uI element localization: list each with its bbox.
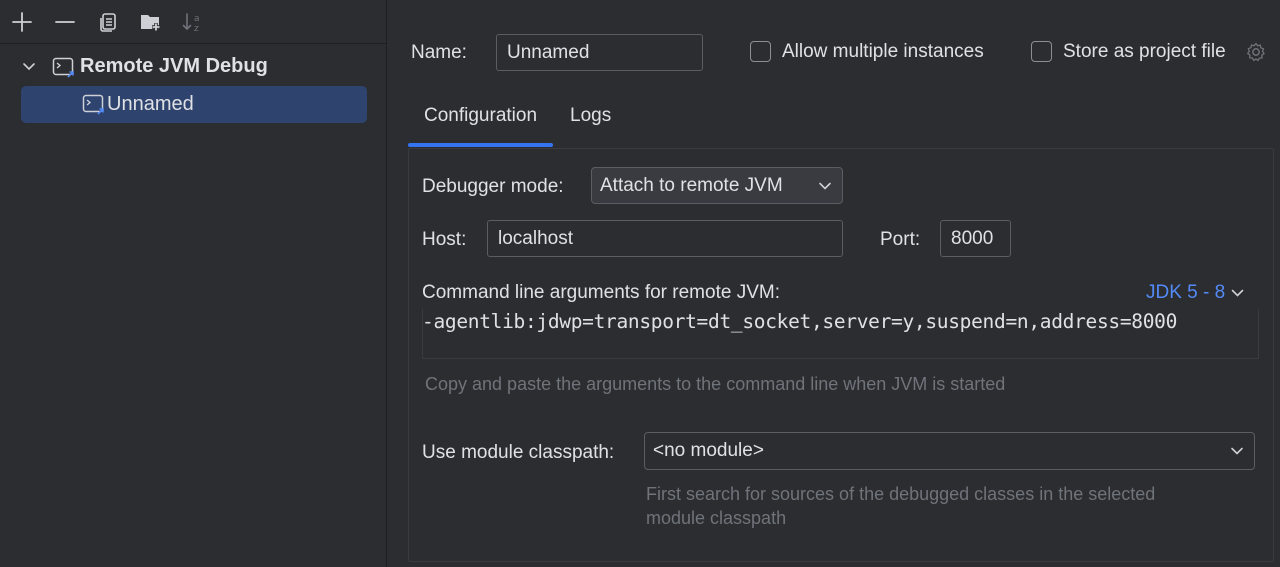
sort-configurations-button[interactable]: a z (180, 9, 206, 35)
allow-multiple-instances-checkbox[interactable] (750, 41, 771, 62)
tab-logs[interactable]: Logs (570, 105, 611, 127)
allow-multiple-instances-label: Allow multiple instances (782, 41, 984, 62)
remote-debug-icon (52, 57, 74, 78)
copy-configuration-button[interactable] (95, 9, 121, 35)
port-input[interactable]: 8000 (940, 220, 1011, 257)
new-folder-icon (141, 15, 160, 31)
remote-debug-icon (82, 94, 104, 115)
chevron-down-icon (1231, 447, 1243, 455)
module-classpath-hint-line2: module classpath (646, 508, 787, 528)
name-label: Name: (411, 42, 467, 63)
copy-icon (100, 13, 116, 32)
command-line-arguments-text[interactable]: -agentlib:jdwp=transport=dt_socket,serve… (422, 310, 1177, 333)
new-folder-button[interactable] (138, 9, 164, 35)
svg-text:a: a (194, 14, 200, 24)
debugger-mode-label: Debugger mode: (422, 176, 564, 197)
tree-group-label: Remote JVM Debug (80, 55, 268, 77)
chevron-down-icon[interactable] (22, 61, 36, 73)
minus-icon (55, 21, 75, 23)
store-as-project-file-checkbox[interactable] (1031, 41, 1052, 62)
module-classpath-hint-line1: First search for sources of the debugged… (646, 484, 1156, 504)
name-input[interactable]: Unnamed (496, 34, 703, 71)
command-line-hint: Copy and paste the arguments to the comm… (425, 374, 1006, 394)
svg-text:z: z (194, 24, 199, 34)
add-configuration-button[interactable] (9, 9, 35, 35)
command-line-label: Command line arguments for remote JVM: (422, 282, 780, 303)
active-tab-indicator (408, 143, 553, 147)
tree-item-unnamed[interactable]: Unnamed (21, 86, 367, 123)
tree-item-label: Unnamed (107, 93, 194, 115)
sort-alpha-icon: a z (182, 13, 200, 34)
module-classpath-label: Use module classpath: (422, 442, 615, 463)
jdk-version-dropdown[interactable]: JDK 5 - 8 (1146, 282, 1244, 304)
remove-configuration-button[interactable] (52, 9, 78, 35)
jdk-version-label: JDK 5 - 8 (1146, 282, 1226, 303)
gear-icon[interactable] (1245, 41, 1267, 63)
chevron-down-icon (1231, 289, 1244, 297)
store-as-project-file-label: Store as project file (1063, 41, 1226, 62)
host-label: Host: (422, 229, 467, 250)
plus-icon (12, 12, 32, 32)
module-classpath-select[interactable]: <no module> (644, 432, 1255, 470)
tab-configuration[interactable]: Configuration (424, 105, 537, 127)
chevron-down-icon (819, 182, 831, 190)
run-configurations-tree-panel: a z Remote JVM Debug Unnamed (0, 0, 387, 567)
host-input[interactable]: localhost (487, 220, 843, 257)
debugger-mode-select[interactable]: Attach to remote JVM (591, 167, 843, 204)
tree-toolbar: a z (0, 0, 387, 44)
tree-group-remote-jvm-debug[interactable]: Remote JVM Debug (0, 49, 387, 85)
module-classpath-value: <no module> (653, 440, 764, 461)
port-label: Port: (880, 229, 921, 250)
debugger-mode-value: Attach to remote JVM (600, 174, 783, 196)
